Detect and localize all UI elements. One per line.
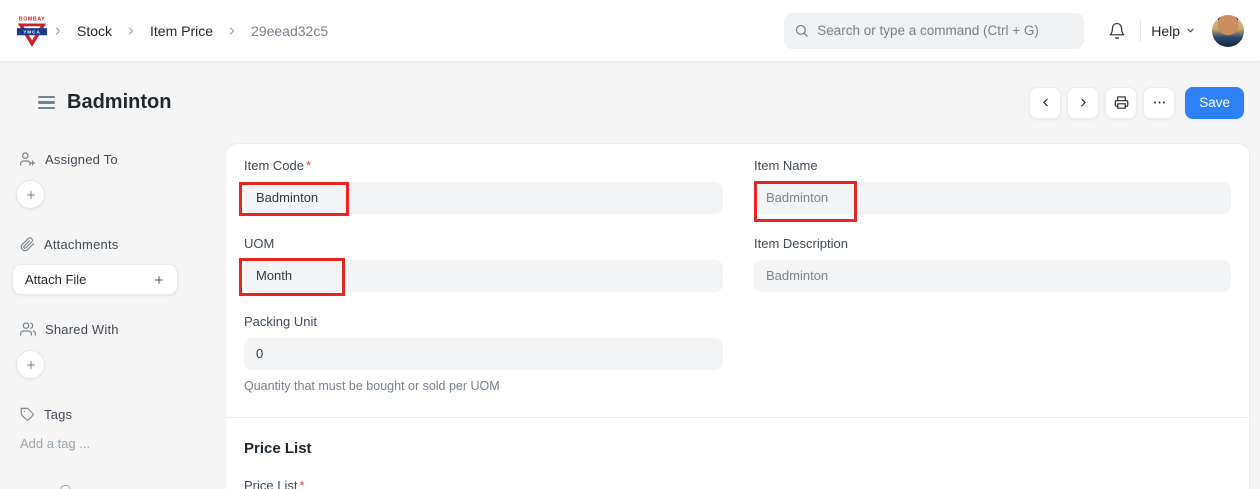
price-list-label: Price List [244, 478, 297, 489]
ellipsis-icon [1152, 95, 1167, 110]
section-divider [226, 417, 1249, 418]
plus-icon [25, 359, 37, 371]
item-description-field[interactable]: Badminton [754, 260, 1231, 292]
menu-more-button[interactable] [1143, 87, 1175, 119]
save-button[interactable]: Save [1185, 87, 1244, 119]
chevron-down-icon [1185, 25, 1196, 36]
user-avatar[interactable] [1212, 15, 1244, 47]
form-card: Item Code* Badminton Item Name Badminton… [225, 143, 1250, 489]
uom-field[interactable]: Month [244, 260, 723, 292]
clipped-sidebar-icon [60, 485, 71, 489]
tags-section: Tags [20, 407, 205, 422]
buying-checkbox-row: Buying [754, 478, 1231, 489]
item-code-field[interactable]: Badminton [244, 182, 723, 214]
paperclip-icon [20, 237, 35, 252]
breadcrumb: Stock Item Price 29eead32c5 [52, 23, 328, 39]
attachments-section: Attachments [20, 237, 205, 252]
item-code-group: Item Code* Badminton [244, 158, 723, 214]
help-label: Help [1151, 23, 1180, 39]
printer-icon [1114, 95, 1129, 110]
page-header: Badminton Save [0, 62, 1260, 143]
price-list-section-heading: Price List [244, 440, 1229, 457]
notifications-button[interactable] [1102, 16, 1132, 46]
logo-band-text: YMCA [23, 29, 41, 34]
price-list-group: Price List* [244, 478, 723, 489]
users-icon [20, 321, 36, 337]
sidebar-toggle-icon[interactable] [38, 96, 55, 109]
attach-file-label: Attach File [25, 272, 86, 287]
search-icon [794, 23, 809, 38]
navbar-divider [1140, 20, 1141, 42]
packing-unit-group: Packing Unit 0 Quantity that must be bou… [244, 314, 723, 393]
packing-unit-field[interactable]: 0 [244, 338, 723, 370]
chevron-right-icon [226, 25, 238, 37]
assigned-to-label: Assigned To [45, 152, 118, 167]
breadcrumb-docname[interactable]: 29eead32c5 [251, 23, 328, 39]
chevron-right-icon [52, 25, 64, 37]
chevron-right-icon [1077, 96, 1090, 109]
breadcrumb-item-price[interactable]: Item Price [150, 23, 213, 39]
attachments-label: Attachments [44, 237, 118, 252]
add-share-button[interactable] [16, 350, 45, 379]
item-description-label: Item Description [754, 236, 1231, 251]
bell-icon [1108, 22, 1126, 40]
packing-unit-help-text: Quantity that must be bought or sold per… [244, 379, 723, 393]
add-assignment-button[interactable] [16, 180, 45, 209]
tags-label: Tags [44, 407, 72, 422]
chevron-right-icon [125, 25, 137, 37]
item-description-group: Item Description Badminton [754, 236, 1231, 292]
chevron-left-icon [1039, 96, 1052, 109]
global-search[interactable] [784, 13, 1084, 49]
breadcrumb-stock[interactable]: Stock [77, 23, 112, 39]
add-tag-input[interactable]: Add a tag ... [20, 436, 205, 451]
item-name-group: Item Name Badminton [754, 158, 1231, 214]
item-code-label: Item Code [244, 158, 304, 173]
required-mark: * [299, 478, 304, 489]
tag-icon [20, 407, 35, 422]
logo-top-text: BOMBAY [19, 16, 45, 22]
prev-document-button[interactable] [1029, 87, 1061, 119]
uom-group: UOM Month [244, 236, 723, 292]
item-name-label: Item Name [754, 158, 1231, 173]
shared-with-section: Shared With [20, 321, 205, 337]
item-name-field[interactable]: Badminton [754, 182, 1231, 214]
app-logo[interactable]: BOMBAY YMCA [16, 13, 48, 49]
packing-unit-label: Packing Unit [244, 314, 723, 329]
form-sidebar: Assigned To Attachments Attach File Shar… [0, 143, 225, 489]
assigned-to-section: Assigned To [20, 151, 205, 167]
search-input[interactable] [817, 23, 1074, 38]
navbar: BOMBAY YMCA Stock Item Price 29eead32c5 [0, 0, 1260, 62]
next-document-button[interactable] [1067, 87, 1099, 119]
required-mark: * [306, 158, 311, 173]
plus-icon [153, 274, 165, 286]
print-button[interactable] [1105, 87, 1137, 119]
attach-file-button[interactable]: Attach File [12, 264, 178, 295]
help-menu[interactable]: Help [1151, 23, 1196, 39]
user-plus-icon [20, 151, 36, 167]
plus-icon [25, 189, 37, 201]
page-title: Badminton [67, 91, 171, 114]
shared-with-label: Shared With [45, 322, 119, 337]
uom-label: UOM [244, 236, 723, 251]
